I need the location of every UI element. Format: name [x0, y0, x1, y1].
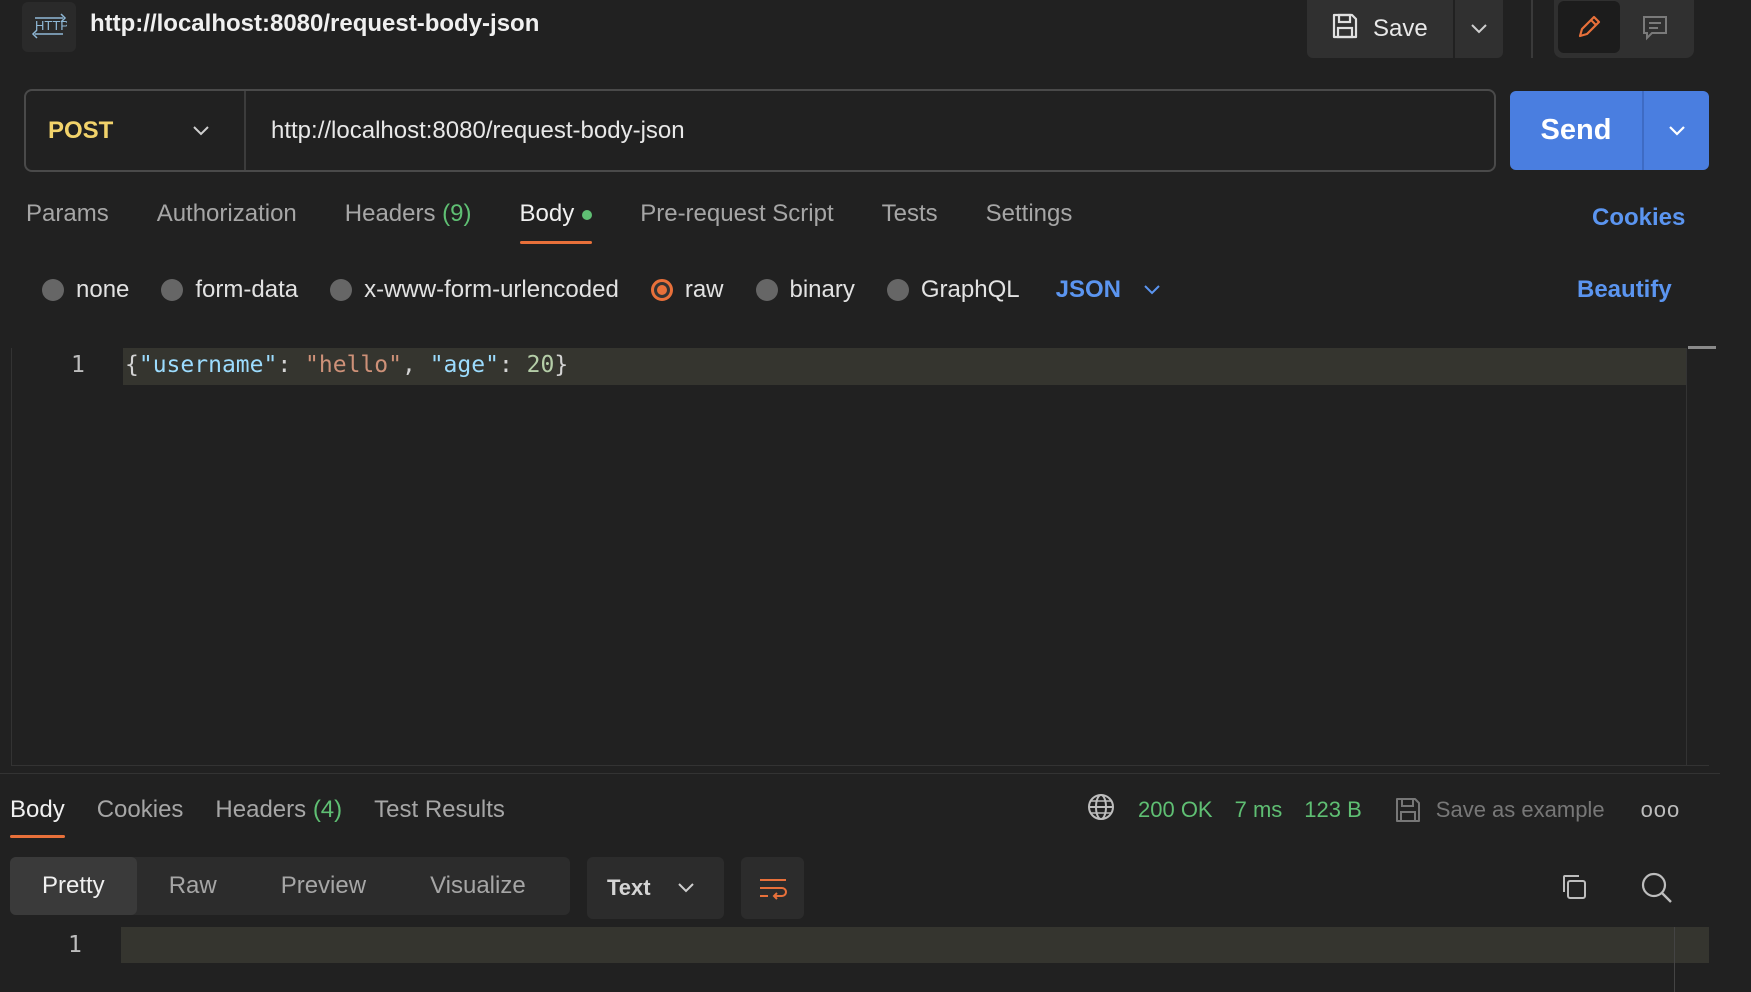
floppy-disk-icon: [1331, 12, 1359, 47]
view-pretty[interactable]: Pretty: [10, 857, 137, 915]
globe-icon[interactable]: [1086, 792, 1116, 828]
response-status-bar: 200 OK 7 ms 123 B Save as example ooo: [1086, 792, 1680, 828]
copy-icon[interactable]: [1558, 871, 1590, 908]
modified-dot: [582, 209, 593, 220]
wrap-lines-button[interactable]: [741, 857, 804, 919]
send-group: Send: [1510, 91, 1709, 170]
radio-circle-checked: [650, 279, 673, 301]
radio-circle: [755, 279, 778, 301]
radio-circle: [42, 279, 64, 301]
headers-count: (9): [442, 200, 472, 227]
request-tabs: Params Authorization Headers (9) Body Pr…: [26, 200, 1072, 244]
radio-binary[interactable]: binary: [755, 276, 855, 304]
view-raw[interactable]: Raw: [137, 857, 249, 915]
edit-mode-button[interactable]: [1558, 1, 1620, 53]
tab-headers[interactable]: Headers (9): [345, 200, 472, 244]
save-group: Save: [1307, 0, 1503, 58]
floppy-disk-icon: [1395, 798, 1420, 822]
view-preview[interactable]: Preview: [249, 857, 398, 915]
radio-circle: [161, 279, 184, 301]
resp-headers-count: (4): [312, 796, 343, 823]
more-options-icon[interactable]: ooo: [1641, 797, 1681, 823]
http-icon: HTTP: [22, 2, 76, 52]
save-button[interactable]: Save: [1307, 0, 1453, 58]
search-icon[interactable]: [1640, 871, 1674, 910]
tab-params[interactable]: Params: [26, 200, 109, 244]
url-input[interactable]: http://localhost:8080/request-body-json: [246, 117, 685, 145]
save-options-button[interactable]: [1455, 0, 1503, 58]
pencil-icon: [1578, 15, 1601, 38]
save-as-example-button[interactable]: Save as example: [1394, 796, 1605, 824]
save-label: Save: [1373, 15, 1428, 42]
tab-tests[interactable]: Tests: [882, 200, 938, 244]
chevron-down-icon: [1144, 285, 1160, 295]
response-line-number: 1: [68, 932, 82, 958]
raw-format-select[interactable]: JSON: [1056, 276, 1161, 304]
tab-authorization[interactable]: Authorization: [157, 200, 297, 244]
request-body-editor[interactable]: 1 {"username": "hello", "age": 20}: [11, 346, 1716, 766]
status-code[interactable]: 200 OK: [1138, 797, 1213, 823]
beautify-button[interactable]: Beautify: [1577, 276, 1672, 304]
resp-tab-headers[interactable]: Headers (4): [215, 796, 342, 838]
editor-scrollbar-track: [1686, 348, 1687, 766]
response-size[interactable]: 123 B: [1304, 797, 1362, 823]
resp-tab-test-results[interactable]: Test Results: [374, 796, 505, 838]
radio-circle: [330, 279, 353, 301]
chevron-down-icon: [1668, 125, 1685, 136]
method-select[interactable]: POST: [26, 91, 246, 170]
body-type-radios: none form-data x-www-form-urlencoded raw…: [42, 276, 1161, 304]
send-button[interactable]: Send: [1510, 91, 1644, 170]
radio-none[interactable]: none: [42, 276, 129, 304]
view-visualize[interactable]: Visualize: [398, 857, 558, 915]
tab-settings[interactable]: Settings: [986, 200, 1073, 244]
response-active-line: [121, 927, 1709, 963]
comment-icon: [1643, 16, 1667, 41]
method-label: POST: [48, 116, 114, 144]
radio-circle: [886, 279, 909, 301]
mode-toggle: [1554, 0, 1694, 58]
line-number: 1: [71, 352, 85, 378]
wrap-lines-icon: [759, 879, 787, 900]
response-tabs: Body Cookies Headers (4) Test Results: [10, 796, 505, 838]
response-time[interactable]: 7 ms: [1235, 797, 1283, 823]
toolbar-divider: [1531, 0, 1533, 58]
response-view-switcher: Pretty Raw Preview Visualize: [10, 857, 570, 915]
cookies-link[interactable]: Cookies: [1592, 204, 1685, 232]
radio-raw[interactable]: raw: [650, 276, 724, 304]
response-format-select[interactable]: Text: [587, 857, 724, 919]
chevron-down-icon: [193, 125, 209, 135]
resp-tab-cookies[interactable]: Cookies: [97, 796, 184, 838]
radio-form-data[interactable]: form-data: [161, 276, 298, 304]
url-bar: POST http://localhost:8080/request-body-…: [24, 89, 1496, 172]
editor-scrollbar[interactable]: [1688, 346, 1716, 349]
chevron-down-icon: [677, 883, 694, 893]
tab-pre-request-script[interactable]: Pre-request Script: [640, 200, 833, 244]
resp-tab-body[interactable]: Body: [10, 796, 65, 838]
response-divider[interactable]: [0, 773, 1720, 774]
send-options-button[interactable]: [1644, 91, 1709, 170]
radio-x-www-form-urlencoded[interactable]: x-www-form-urlencoded: [330, 276, 619, 304]
tab-body[interactable]: Body: [519, 200, 593, 244]
response-scrollbar[interactable]: [1674, 927, 1675, 992]
radio-graphql[interactable]: GraphQL: [886, 276, 1020, 304]
comment-mode-button[interactable]: [1624, 1, 1686, 53]
code-line[interactable]: {"username": "hello", "age": 20}: [125, 352, 568, 378]
request-title[interactable]: http://localhost:8080/request-body-json: [90, 10, 539, 38]
chevron-down-icon: [1471, 24, 1487, 34]
